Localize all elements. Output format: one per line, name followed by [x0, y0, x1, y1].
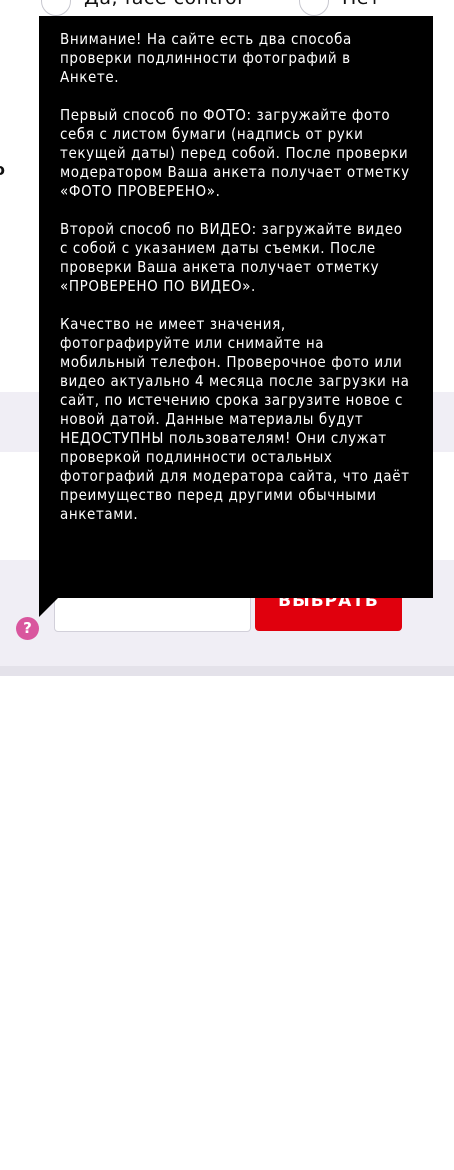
radio-yes-face-control[interactable]: [41, 0, 71, 16]
help-icon[interactable]: ?: [16, 617, 39, 640]
tooltip-paragraph-quality: Качество не имеет значения, фотографируй…: [60, 315, 410, 523]
file-upload-field[interactable]: [54, 592, 251, 632]
section-divider: [0, 666, 454, 676]
tooltip-paragraph-photo: Первый способ по ФОТО: загружайте фото с…: [60, 106, 410, 200]
radio-yes-label: Да, face control: [84, 0, 243, 9]
tooltip-paragraph-video: Второй способ по ВИДЕО: загружайте видео…: [60, 220, 403, 295]
verification-tooltip: Внимание! На сайте есть два способа пров…: [39, 16, 433, 598]
radio-no[interactable]: [299, 0, 329, 16]
radio-no-label: Нет: [342, 0, 381, 9]
tooltip-paragraph-intro: Внимание! На сайте есть два способа пров…: [60, 30, 352, 86]
tooltip-pointer: [39, 597, 59, 617]
clipped-label-fragment: о: [0, 160, 10, 182]
